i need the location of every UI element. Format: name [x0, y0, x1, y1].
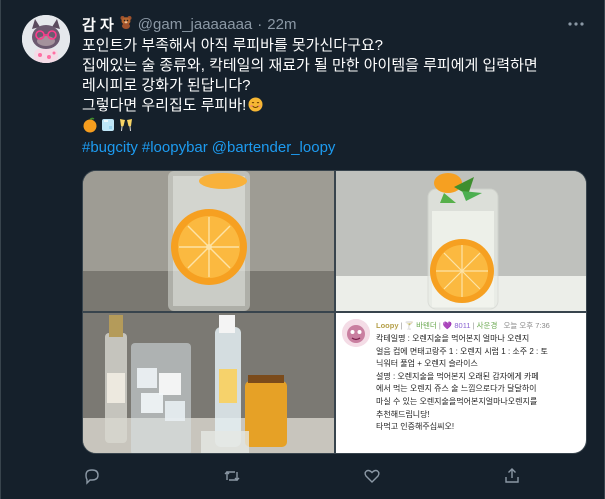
chat-line: 에서 먹는 오렌지 쥬스 술 느낌으로다가 달달하이: [376, 384, 537, 394]
avatar[interactable]: [22, 15, 70, 63]
heart-badge-icon: 💜: [442, 321, 453, 330]
share-button[interactable]: [502, 466, 522, 486]
chat-badge: 8011: [454, 321, 471, 330]
media-image-2[interactable]: [336, 171, 586, 311]
media-image-4-chat[interactable]: Loopy | 🍸 바텐더 | 💜 8011 | 사운경 오늘 오후 7:36 …: [336, 313, 586, 453]
clinking-glasses-emoji-icon: [118, 117, 134, 139]
tweet-container: 감 자 @gam_jaaaaaaa · 22m 포인트가 부족해서 아직 루피바…: [0, 0, 605, 499]
chat-header: Loopy | 🍸 바텐더 | 💜 8011 | 사운경 오늘 오후 7:36: [376, 321, 550, 330]
media-image-1[interactable]: [83, 171, 334, 311]
timestamp[interactable]: 22m: [267, 16, 296, 33]
tweet-line: 포인트가 부족해서 아직 루피바를 못가신다구요?: [82, 37, 384, 54]
ingredients-photo: [83, 313, 334, 453]
cocktail-glass-icon: 🍸: [404, 321, 414, 330]
smiling-face-emoji-icon: [248, 97, 263, 118]
chat-line: 칵테일명 : 오렌지술을 먹어본지 얼마나 오렌지: [376, 334, 530, 343]
hashtag-link[interactable]: #bugcity: [82, 139, 138, 156]
avatar-image: [22, 15, 70, 63]
user-handle[interactable]: @gam_jaaaaaaa: [138, 16, 252, 33]
orange-emoji-icon: [82, 117, 98, 139]
cocktail-garnish-photo: [336, 171, 586, 311]
heart-icon: [364, 469, 380, 483]
more-icon: [568, 22, 584, 26]
reply-icon: [85, 469, 99, 485]
chat-line: 닉워터 풀업 + 오렌지 슬라이스: [376, 359, 478, 369]
chat-username: Loopy: [376, 321, 399, 330]
tweet-header: 감 자 @gam_jaaaaaaa · 22m: [82, 14, 296, 34]
retweet-button[interactable]: [222, 466, 242, 486]
like-button[interactable]: [362, 466, 382, 486]
tweet-actions: [82, 466, 582, 486]
tweet-line: 레시피로 강화가 된답니다?: [82, 77, 251, 94]
share-icon: [505, 468, 519, 483]
chat-line: 마실 수 있는 오렌지술을먹어본지얼마나오렌지를: [376, 396, 538, 406]
chat-line: 얼음 컵에 면태고랑주 1 : 오렌지 시럽 1 : 소주 2 : 토: [376, 346, 548, 356]
chat-line: 타먹고 인증해주십씨오!: [376, 422, 455, 432]
tweet-text: 포인트가 부족해서 아직 루피바를 못가신다구요? 집에있는 술 종류와, 칵테…: [82, 36, 592, 158]
tweet-line: 집에있는 술 종류와, 칵테일의 재료가 될 만한 아이템을 루피에게 입력하면: [82, 57, 538, 74]
chat-line: 추천해드립니당!: [376, 409, 430, 419]
emoji-line: [82, 117, 592, 139]
mention-link[interactable]: @bartender_loopy: [212, 139, 336, 156]
media-image-3[interactable]: [83, 313, 334, 453]
chat-avatar: [342, 319, 370, 347]
chat-line: 설명 : 오렌지술을 먹어본지 오래된 감자에게 카페: [376, 371, 539, 381]
chat-badge: 바텐더: [416, 321, 437, 330]
orange-drink-photo: [83, 171, 334, 311]
hashtag-link[interactable]: #loopybar: [142, 139, 208, 156]
ice-cube-emoji-icon: [100, 117, 116, 139]
tweet-line-with-emoji: 그렇다면 우리집도 루피바!: [82, 96, 592, 118]
more-options-button[interactable]: [566, 14, 586, 34]
bear-emoji-icon: [119, 15, 133, 33]
separator-dot: ·: [257, 15, 263, 33]
reply-button[interactable]: [82, 466, 102, 486]
hashtag-line: #bugcity #loopybar @bartender_loopy: [82, 138, 592, 158]
chat-message: 칵테일명 : 오렌지술을 먹어본지 얼마나 오렌지 얼음 컵에 면태고랑주 1 …: [376, 333, 586, 434]
retweet-icon: [224, 471, 240, 481]
media-grid: Loopy | 🍸 바텐더 | 💜 8011 | 사운경 오늘 오후 7:36 …: [82, 170, 587, 454]
chat-badge: 사운경: [476, 321, 498, 330]
chat-timestamp: 오늘 오후 7:36: [503, 321, 550, 330]
display-name[interactable]: 감 자: [82, 14, 114, 35]
